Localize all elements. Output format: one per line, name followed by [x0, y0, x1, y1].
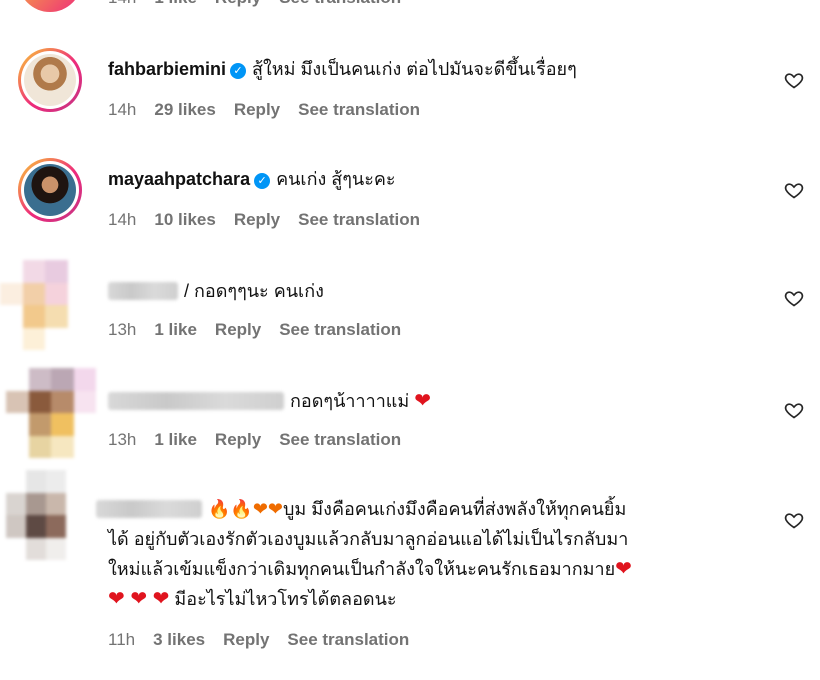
comment-likes[interactable]: 10 likes [154, 210, 215, 230]
comment-time: 14h [108, 100, 137, 119]
comment-text: บูม มึงคือคนเก่งมึงคือคนที่ส่งพลังให้ทุก… [283, 499, 627, 519]
comment-likes[interactable]: 1 like [154, 0, 197, 8]
comment-text: มีอะไรไม่ไหวโทรได้ตลอดนะ [174, 589, 397, 609]
comment-text: กอดๆน้าาาาแม่ [290, 391, 410, 411]
heart-outline-icon[interactable] [782, 508, 806, 532]
see-translation-button[interactable]: See translation [287, 630, 409, 650]
reply-button[interactable]: Reply [215, 320, 261, 340]
see-translation-button[interactable]: See translation [298, 210, 420, 230]
comment-meta: 13h 1 like Reply See translation [108, 320, 401, 340]
avatar[interactable] [6, 368, 96, 458]
comment-body-line-1: 🔥🔥❤❤บูม มึงคือคนเก่งมึงคือคนที่ส่งพลังให… [96, 494, 626, 524]
reply-button[interactable]: Reply [223, 630, 269, 650]
comment-meta: 13h 1 like Reply See translation [108, 430, 401, 450]
avatar[interactable] [6, 470, 86, 560]
heart-outline-icon[interactable] [782, 178, 806, 202]
comments-list: 14h 1 like Reply See translation fahbarb… [0, 0, 820, 680]
comment-body: / กอดๆๆนะ คนเก่ง [108, 276, 324, 306]
see-translation-button[interactable]: See translation [279, 320, 401, 340]
comment-time: 13h [108, 430, 137, 449]
comment-username[interactable]: mayaahpatchara [108, 169, 250, 189]
comment-text: คนเก่ง สู้ๆนะคะ [276, 169, 396, 189]
comment-item: fahbarbiemini ✓ สู้ใหม่ มึงเป็นคนเก่ง ต่อไ… [0, 44, 820, 144]
heart-emoji: ❤ [414, 390, 432, 412]
comment-time: 13h [108, 320, 137, 339]
emoji-group: 🔥🔥❤❤ [208, 499, 283, 519]
comment-meta: 11h 3 likes Reply See translation [108, 630, 409, 650]
comment-body: fahbarbiemini ✓ สู้ใหม่ มึงเป็นคนเก่ง ต่อไ… [108, 54, 577, 84]
partial-comment-top: 14h 1 like Reply See translation [0, 0, 820, 12]
avatar[interactable] [18, 48, 82, 112]
comment-meta: 14h 29 likes Reply See translation [108, 100, 420, 120]
heart-outline-icon[interactable] [782, 68, 806, 92]
comment-item: กอดๆน้าาาาแม่ ❤ 13h 1 like Reply See tra… [0, 366, 820, 466]
avatar[interactable] [18, 158, 82, 222]
see-translation-button[interactable]: See translation [279, 0, 401, 8]
comment-body-line-4: ❤ ❤ ❤ มีอะไรไม่ไหวโทรได้ตลอดนะ [108, 584, 397, 614]
comment-time: 14h [108, 0, 136, 8]
heart-outline-icon[interactable] [782, 398, 806, 422]
comment-time: 14h [108, 210, 137, 229]
comment-meta: 14h 1 like Reply See translation [108, 0, 401, 8]
comment-username[interactable] [96, 500, 202, 518]
heart-emoji: ❤ ❤ ❤ [108, 588, 170, 610]
comment-text: สู้ใหม่ มึงเป็นคนเก่ง ต่อไปมันจะดีขึ้นเร… [252, 59, 577, 79]
comment-item: / กอดๆๆนะ คนเก่ง 13h 1 like Reply See tr… [0, 256, 820, 356]
comment-likes[interactable]: 1 like [154, 320, 197, 340]
comment-text: / กอดๆๆนะ คนเก่ง [184, 281, 324, 301]
comment-time: 11h [108, 630, 136, 649]
see-translation-button[interactable]: See translation [279, 430, 401, 450]
comment-body: mayaahpatchara ✓ คนเก่ง สู้ๆนะคะ [108, 164, 396, 194]
comment-body-line-2: ได้ อยู่กับตัวเองรักตัวเองบูมแล้วกลับมาล… [108, 524, 628, 554]
comment-likes[interactable]: 1 like [154, 430, 197, 450]
comment-likes[interactable]: 29 likes [154, 100, 215, 120]
comment-text: ใหม่แล้วเข้มแข็งกว่าเดิมทุกคนเป็นกำลังใจ… [108, 559, 616, 579]
reply-button[interactable]: Reply [234, 100, 280, 120]
comment-username[interactable]: fahbarbiemini [108, 59, 226, 79]
comment-likes[interactable]: 3 likes [153, 630, 205, 650]
reply-button[interactable]: Reply [234, 210, 280, 230]
avatar[interactable] [0, 260, 90, 350]
comment-username[interactable] [108, 282, 178, 300]
comment-item: 🔥🔥❤❤บูม มึงคือคนเก่งมึงคือคนที่ส่งพลังให… [0, 470, 820, 670]
heart-outline-icon[interactable] [782, 286, 806, 310]
see-translation-button[interactable]: See translation [298, 100, 420, 120]
comment-meta: 14h 10 likes Reply See translation [108, 210, 420, 230]
verified-badge-icon: ✓ [254, 173, 271, 189]
comment-username[interactable] [108, 392, 284, 410]
verified-badge-icon: ✓ [230, 63, 247, 79]
reply-button[interactable]: Reply [215, 0, 261, 8]
reply-button[interactable]: Reply [215, 430, 261, 450]
comment-item: mayaahpatchara ✓ คนเก่ง สู้ๆนะคะ 14h 10 li… [0, 154, 820, 254]
heart-emoji: ❤ [615, 558, 632, 580]
comment-body: กอดๆน้าาาาแม่ ❤ [108, 386, 431, 416]
comment-body-line-3: ใหม่แล้วเข้มแข็งกว่าเดิมทุกคนเป็นกำลังใจ… [108, 554, 632, 584]
comment-text: ได้ อยู่กับตัวเองรักตัวเองบูมแล้วกลับมาล… [108, 529, 629, 549]
avatar[interactable] [18, 0, 82, 12]
